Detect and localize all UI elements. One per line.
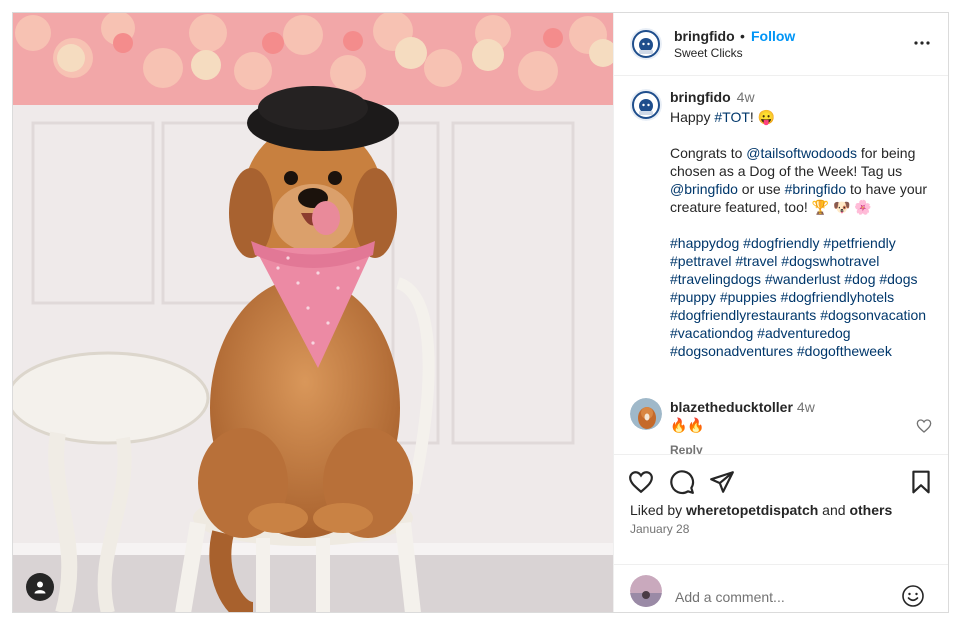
add-comment-bar: Add a comment... (614, 564, 948, 612)
current-user-avatar (630, 575, 662, 607)
share-button[interactable] (709, 469, 735, 495)
post-side-panel: bringfido • Follow Sweet Clicks bringfid… (613, 13, 948, 612)
caption-text: bringfido 4w Happy #TOT! 😛 Congrats to @t… (670, 88, 942, 360)
dog-avatar-icon (630, 398, 662, 430)
user-photo-icon (630, 575, 662, 607)
hashtag-link[interactable]: #TOT (714, 109, 750, 125)
caption-username[interactable]: bringfido (670, 89, 731, 105)
comment-text: blazetheducktoller 4w 🔥🔥 (670, 398, 815, 434)
post-location[interactable]: Sweet Clicks (674, 46, 743, 60)
bookmark-icon (912, 470, 930, 494)
caption-text-part: or use (737, 181, 785, 197)
caption-text-part: Congrats to (670, 145, 747, 161)
mention-link[interactable]: @tailsoftwodoods (746, 145, 857, 161)
emoji-button[interactable] (901, 584, 925, 608)
heart-outline-icon (916, 419, 932, 433)
bringfido-logo-icon (630, 28, 662, 60)
comment-body: 🔥🔥 (670, 417, 705, 433)
hashtag-link[interactable]: #bringfido (785, 181, 847, 197)
caption-line-1-suffix: ! 😛 (749, 109, 776, 125)
more-options-button[interactable] (910, 31, 934, 55)
dog-photo-illustration (13, 13, 613, 612)
author-avatar[interactable] (630, 28, 662, 60)
comment-button[interactable] (669, 469, 695, 495)
caption-line-1: Happy (670, 109, 715, 125)
smiley-icon (902, 585, 924, 607)
comment-time[interactable]: 4w (797, 399, 815, 415)
liked-user-link[interactable]: wheretopetdispatch (686, 502, 818, 518)
caption-time[interactable]: 4w (737, 89, 755, 105)
bringfido-logo-icon (630, 89, 662, 121)
comments-section[interactable]: bringfido 4w Happy #TOT! 😛 Congrats to @t… (614, 76, 948, 454)
caption-hashtags[interactable]: #happydog #dogfriendly #petfriendly #pet… (670, 234, 938, 360)
post-photo[interactable] (13, 13, 613, 612)
post-header: bringfido • Follow Sweet Clicks (614, 13, 948, 76)
comment-item: blazetheducktoller 4w 🔥🔥 Reply (614, 398, 948, 454)
tag-people-button[interactable] (26, 573, 54, 601)
like-button[interactable] (628, 469, 654, 495)
liked-others-link[interactable]: others (849, 502, 892, 518)
like-comment-button[interactable] (916, 418, 932, 434)
author-username[interactable]: bringfido (674, 28, 735, 44)
liked-and: and (818, 502, 850, 518)
commenter-avatar[interactable] (630, 398, 662, 430)
post-actions: Liked by wheretopetdispatch and others J… (614, 454, 948, 564)
caption-avatar[interactable] (630, 89, 662, 121)
comment-input[interactable]: Add a comment... (675, 589, 785, 605)
heart-icon (629, 471, 653, 494)
header-separator: • (740, 28, 745, 44)
post-date[interactable]: January 28 (630, 522, 689, 536)
paper-plane-icon (710, 471, 734, 493)
liked-prefix: Liked by (630, 502, 687, 518)
comment-bubble-icon (670, 470, 695, 495)
instagram-post: bringfido • Follow Sweet Clicks bringfid… (12, 12, 949, 613)
reply-button[interactable]: Reply (670, 443, 703, 454)
more-horizontal-icon (914, 41, 930, 45)
save-button[interactable] (908, 469, 934, 495)
liked-by-text: Liked by wheretopetdispatch and others (630, 502, 892, 518)
user-tag-icon (34, 581, 46, 594)
follow-button[interactable]: Follow (751, 28, 795, 44)
commenter-username[interactable]: blazetheducktoller (670, 399, 793, 415)
mention-link[interactable]: @bringfido (670, 181, 738, 197)
